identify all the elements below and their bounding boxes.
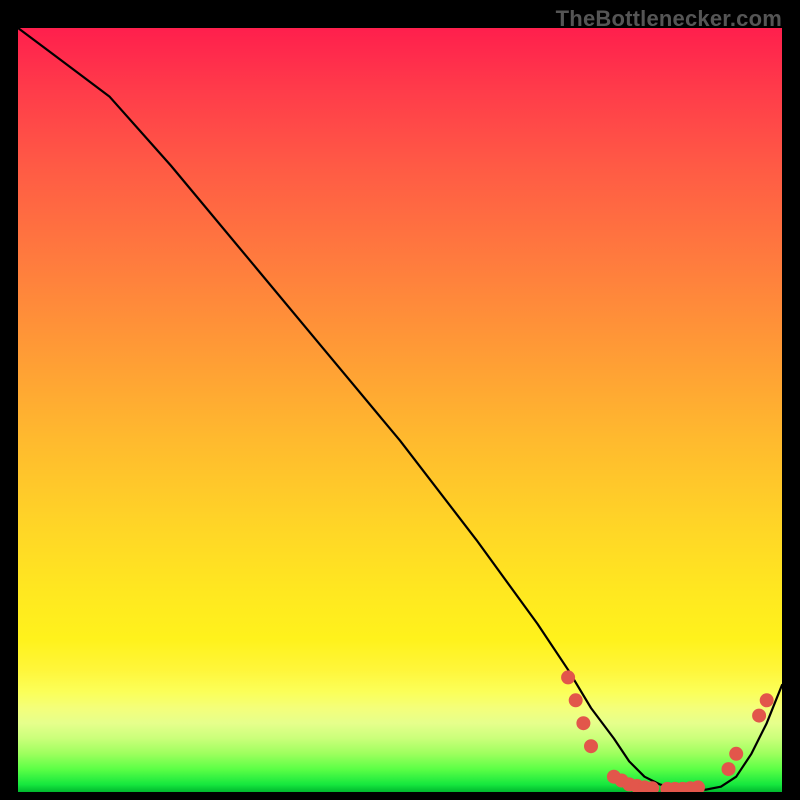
plot-overlay [18,28,782,792]
marker-dot [730,747,743,760]
marker-dot [577,717,590,730]
marker-dot [585,740,598,753]
marker-dot [722,763,735,776]
marker-dot [569,694,582,707]
marker-dot [753,709,766,722]
marker-dot [661,782,674,792]
marker-dot [562,671,575,684]
marker-dot [684,782,697,792]
bottleneck-curve [18,28,782,790]
marker-dot [692,781,705,792]
chart-stage: TheBottlenecker.com [0,0,800,800]
marker-dot [646,782,659,792]
marker-dot [615,774,628,787]
marker-dot [676,782,689,792]
marker-dot [638,781,651,792]
marker-dot [607,770,620,783]
marker-dot [623,778,636,791]
gradient-plot-area [18,28,782,792]
marker-dot [630,779,643,792]
marker-dots [562,671,774,792]
marker-dot [669,782,682,792]
marker-dot [760,694,773,707]
